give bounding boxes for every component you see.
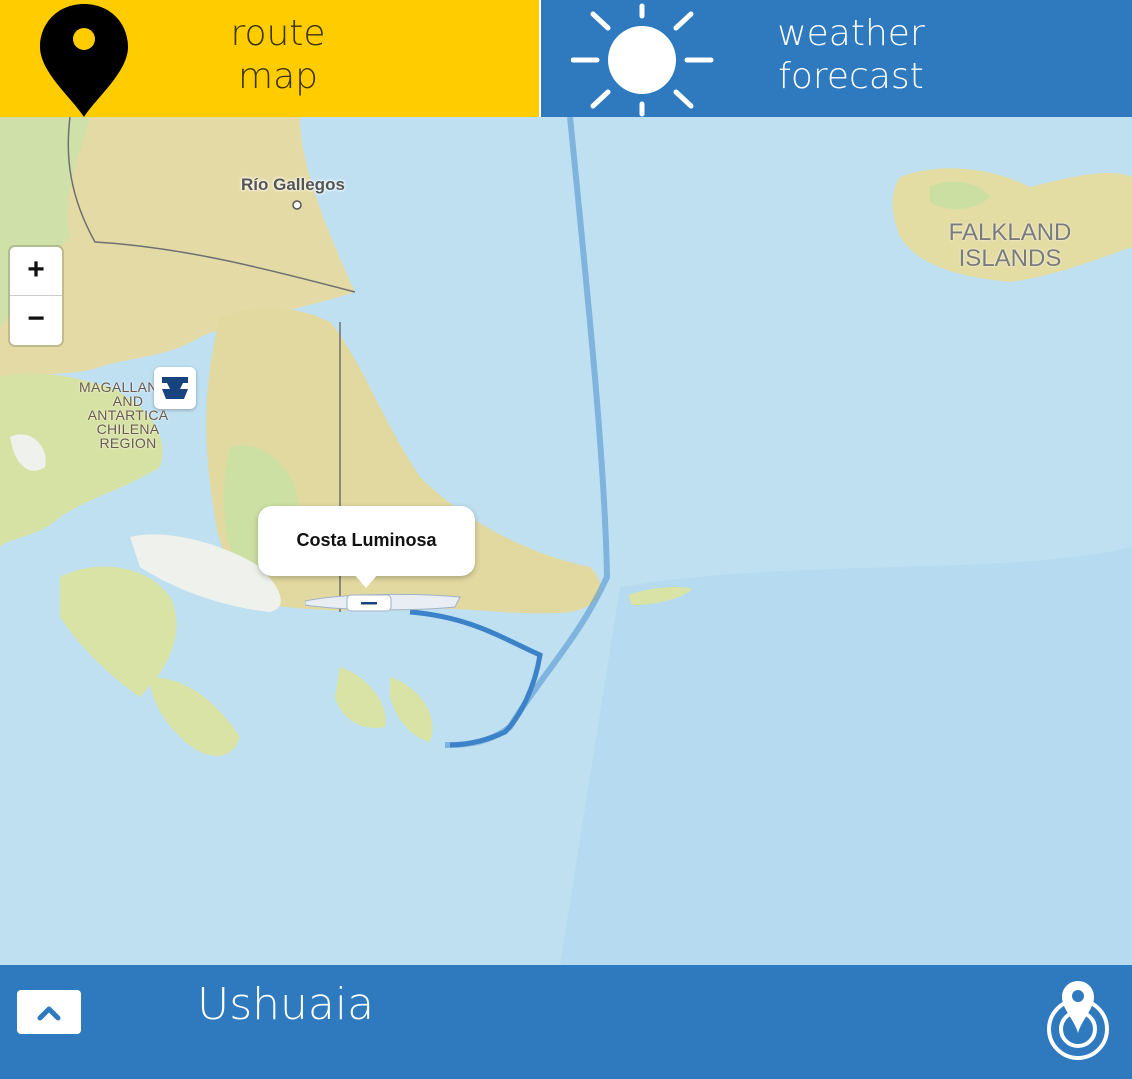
- label-rio-gallegos: Río Gallegos: [241, 175, 345, 194]
- tab-route-map[interactable]: route map: [0, 0, 539, 117]
- expand-button[interactable]: [17, 990, 81, 1034]
- ship-popup[interactable]: Costa Luminosa: [258, 506, 475, 588]
- tab-weather-forecast[interactable]: weather forecast: [539, 0, 1132, 117]
- route-map[interactable]: + − Río Gallegos MAGALLANES AND ANTARTIC…: [0, 117, 1132, 965]
- map-pin-icon: [40, 4, 128, 117]
- port-marker[interactable]: [154, 367, 196, 409]
- popup-tip: [354, 574, 378, 588]
- town-dot-icon: [292, 200, 302, 210]
- zoom-in-button[interactable]: +: [10, 247, 62, 296]
- top-nav-bar: route map weather forecast: [0, 0, 1132, 117]
- locate-pin-icon[interactable]: [1044, 979, 1112, 1063]
- port-name: Ushuaia: [197, 979, 375, 1030]
- sun-icon: [571, 3, 714, 117]
- zoom-control: + −: [10, 247, 62, 345]
- chevron-up-icon: [37, 1006, 61, 1021]
- weather-forecast-label: weather forecast: [777, 13, 925, 97]
- zoom-out-button[interactable]: −: [10, 296, 62, 344]
- bottom-bar: Ushuaia: [0, 965, 1132, 1079]
- label-falkland-islands: FALKLAND ISLANDS: [948, 219, 1072, 272]
- route-map-label: route map: [230, 13, 326, 97]
- ship-name: Costa Luminosa: [296, 530, 437, 550]
- ship-position-icon[interactable]: [305, 583, 465, 619]
- ship-icon: [162, 377, 188, 399]
